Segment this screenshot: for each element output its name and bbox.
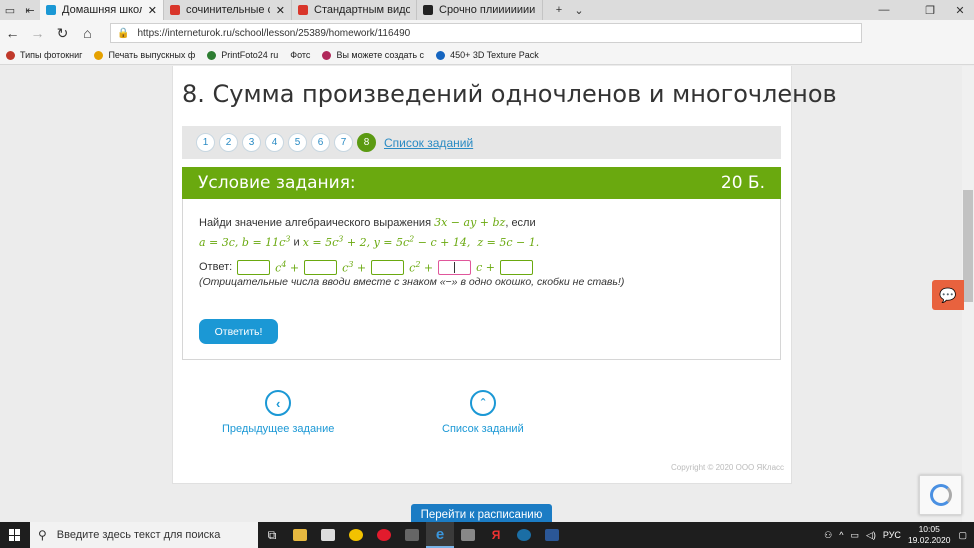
word-icon[interactable] bbox=[538, 522, 566, 548]
tab-favicon bbox=[423, 5, 433, 15]
condition-label: Условие задания: bbox=[198, 173, 356, 193]
calculator-icon[interactable] bbox=[454, 522, 482, 548]
page-link-6[interactable]: 6 bbox=[311, 133, 330, 152]
page-link-2[interactable]: 2 bbox=[219, 133, 238, 152]
tab-back-icon[interactable]: ⇤ bbox=[20, 0, 40, 20]
chevron-left-icon: ‹ bbox=[265, 390, 292, 416]
window-close-icon[interactable]: ✕ bbox=[946, 0, 974, 20]
system-tray: ⚇ ^ ▭ ◁) РУС 10:05 19.02.2020 ▢ bbox=[824, 522, 974, 548]
bookmarks-bar: Типы фотокниг Печать выпускных ф PrintFo… bbox=[0, 46, 974, 65]
page-link-8[interactable]: 8 bbox=[357, 133, 376, 152]
volume-icon[interactable]: ◁) bbox=[866, 530, 876, 541]
network-icon[interactable]: ▭ bbox=[850, 530, 859, 541]
answer-input-c4[interactable] bbox=[237, 259, 271, 275]
answer-label: Ответ: bbox=[199, 261, 233, 273]
browser-tab-2[interactable]: сочинительные союзы — 1 ✕ bbox=[164, 0, 292, 20]
new-tab-icon[interactable]: + bbox=[549, 0, 569, 20]
start-button[interactable] bbox=[0, 522, 30, 548]
schedule-button[interactable]: Перейти к расписанию bbox=[411, 504, 552, 522]
scrollbar-thumb[interactable] bbox=[963, 190, 973, 302]
url-field[interactable]: 🔒 https://interneturok.ru/school/lesson/… bbox=[110, 23, 862, 43]
close-icon[interactable]: ✕ bbox=[276, 4, 285, 17]
answer-note: (Отрицательные числа вводи вместе с знак… bbox=[199, 276, 625, 288]
edge-icon[interactable]: e bbox=[426, 522, 454, 548]
task-box: Найди значение алгебраического выражения… bbox=[182, 199, 781, 360]
answer-row: Ответ: c4 + c3 + c2 + c + bbox=[199, 259, 538, 275]
answer-input-c3[interactable] bbox=[304, 259, 338, 275]
page-content: 8. Сумма произведений одночленов и много… bbox=[0, 66, 974, 522]
bookmark-item[interactable]: PrintFoto24 ru bbox=[207, 50, 278, 60]
bookmark-icon bbox=[94, 50, 104, 60]
tab-favicon bbox=[298, 5, 308, 15]
page-link-7[interactable]: 7 bbox=[334, 133, 353, 152]
answer-input-c2[interactable] bbox=[371, 259, 405, 275]
reload-icon[interactable]: ↻ bbox=[50, 20, 75, 46]
page-title: 8. Сумма произведений одночленов и много… bbox=[182, 80, 837, 108]
chevron-up-icon[interactable]: ^ bbox=[839, 530, 843, 540]
bookmark-item[interactable]: Вы можете создать с bbox=[322, 50, 424, 60]
clock[interactable]: 10:05 19.02.2020 bbox=[908, 524, 951, 546]
tab-bar: ▭ ⇤ Домашняя школа Inter ✕ сочинительные… bbox=[0, 0, 974, 20]
condition-header: Условие задания: 20 Б. bbox=[182, 167, 781, 199]
people-icon[interactable]: ⚇ bbox=[824, 530, 832, 541]
question-expression: 3x − ay + bz bbox=[434, 216, 506, 229]
search-icon: ⚲ bbox=[38, 528, 47, 542]
tab-actions-icon[interactable]: ▭ bbox=[0, 0, 20, 20]
bookmark-icon bbox=[322, 50, 332, 60]
forward-arrow-icon[interactable]: → bbox=[25, 20, 50, 46]
browser-tab-1[interactable]: Домашняя школа Inter ✕ bbox=[40, 0, 164, 20]
submit-button[interactable]: Ответить! bbox=[199, 319, 278, 344]
chevron-down-icon[interactable]: ⌄ bbox=[569, 0, 589, 20]
store-icon[interactable] bbox=[314, 522, 342, 548]
copyright: Copyright © 2020 ООО ЯКласс bbox=[671, 463, 785, 472]
bookmark-icon bbox=[436, 50, 446, 60]
answer-input-c1[interactable] bbox=[438, 259, 472, 275]
question-text: Найди значение алгебраического выражения… bbox=[199, 216, 540, 249]
page-link-5[interactable]: 5 bbox=[288, 133, 307, 152]
tab-favicon bbox=[46, 5, 56, 15]
lock-icon: 🔒 bbox=[117, 27, 130, 39]
bookmark-icon bbox=[207, 50, 217, 60]
task-list-link[interactable]: Список заданий bbox=[384, 136, 473, 150]
answer-input-c0[interactable] bbox=[500, 259, 533, 275]
yandex-browser-icon[interactable] bbox=[342, 522, 370, 548]
folder-icon[interactable] bbox=[286, 522, 314, 548]
language-indicator[interactable]: РУС bbox=[883, 530, 901, 540]
bookmark-item[interactable]: Печать выпускных ф bbox=[94, 50, 195, 60]
page-link-3[interactable]: 3 bbox=[242, 133, 261, 152]
yandex-icon[interactable]: Я bbox=[482, 522, 510, 548]
steam-icon[interactable] bbox=[510, 522, 538, 548]
bookmark-icon bbox=[6, 50, 15, 60]
page-link-4[interactable]: 4 bbox=[265, 133, 284, 152]
recaptcha-badge[interactable] bbox=[919, 475, 962, 515]
back-arrow-icon[interactable]: ← bbox=[0, 20, 25, 46]
bookmark-item[interactable]: Типы фотокниг bbox=[6, 50, 82, 60]
opera-icon[interactable] bbox=[370, 522, 398, 548]
question-conditions: a = 3c, b = 11c3 и x = 5c3 + 2, y = 5c2 … bbox=[199, 234, 540, 249]
address-bar: ← → ↻ ⌂ 🔒 https://interneturok.ru/school… bbox=[0, 20, 974, 60]
windows-icon bbox=[9, 529, 21, 541]
minimize-icon[interactable]: — bbox=[866, 0, 902, 20]
prev-task-link[interactable]: ‹ Предыдущее задание bbox=[222, 390, 334, 435]
task-list-nav-link[interactable]: ˆ Список заданий bbox=[442, 390, 524, 435]
notification-icon[interactable]: ▢ bbox=[958, 530, 967, 541]
points-badge: 20 Б. bbox=[720, 173, 765, 193]
bookmark-item[interactable]: Фотс bbox=[290, 50, 310, 60]
recaptcha-icon bbox=[929, 484, 952, 506]
maximize-icon[interactable]: ❐ bbox=[912, 0, 948, 20]
browser-tab-3[interactable]: Стандартным видом многс bbox=[292, 0, 417, 20]
task-view-icon[interactable]: ⧉ bbox=[258, 522, 286, 548]
bookmark-item[interactable]: 450+ 3D Texture Pack bbox=[436, 50, 539, 60]
close-icon[interactable]: ✕ bbox=[148, 4, 157, 17]
chat-icon[interactable]: 💬 bbox=[932, 280, 964, 310]
page-link-1[interactable]: 1 bbox=[196, 133, 215, 152]
taskbar-search[interactable]: ⚲ Введите здесь текст для поиска bbox=[30, 522, 258, 548]
chevron-up-icon: ˆ bbox=[469, 390, 496, 416]
browser-tab-4[interactable]: Срочно плиииииииииии bbox=[417, 0, 543, 20]
home-icon[interactable]: ⌂ bbox=[75, 20, 100, 46]
tab-favicon bbox=[170, 5, 180, 15]
task-pager: 1 2 3 4 5 6 7 8 Список заданий bbox=[182, 126, 781, 159]
photos-icon[interactable] bbox=[398, 522, 426, 548]
